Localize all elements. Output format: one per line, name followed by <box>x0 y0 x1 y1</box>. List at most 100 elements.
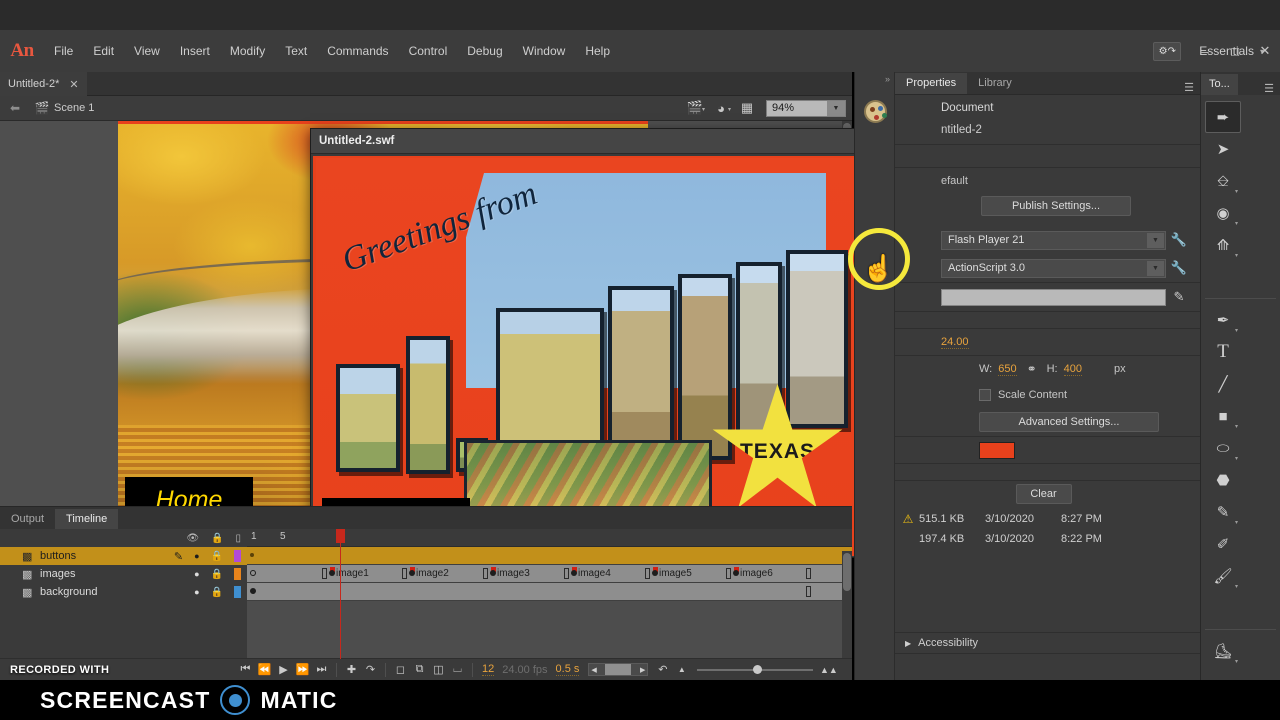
center-frame-button[interactable]: ✚ <box>342 663 361 676</box>
lock-icon[interactable]: 🔒 <box>211 587 223 598</box>
tab-library[interactable]: Library <box>967 73 1023 94</box>
layer-color-swatch[interactable] <box>234 568 241 580</box>
document-tab-untitled-2[interactable]: Untitled-2* ✕ <box>0 72 87 96</box>
step-forward-button[interactable]: ⏩ <box>293 663 312 676</box>
go-to-last-frame-button[interactable]: ⏭ <box>312 663 331 676</box>
scroll-right-icon[interactable]: ▶ <box>638 666 647 674</box>
outline-icon[interactable]: ▯ <box>235 533 241 544</box>
menu-view[interactable]: View <box>124 40 170 62</box>
minimize-button[interactable]: – <box>1190 44 1220 59</box>
keyframe[interactable] <box>329 570 335 576</box>
lock-icon[interactable]: 🔒 <box>211 569 223 580</box>
keyframe[interactable] <box>571 570 577 576</box>
visibility-dot[interactable]: ● <box>194 587 199 597</box>
expand-panels-icon[interactable]: » <box>885 74 890 84</box>
playhead-handle[interactable] <box>336 529 345 543</box>
workspace-switch-icon[interactable]: ⚙↷ <box>1153 41 1182 61</box>
keyframe-empty[interactable] <box>250 570 256 576</box>
menu-text[interactable]: Text <box>275 40 317 62</box>
pencil-icon[interactable]: ✎ <box>1166 289 1192 305</box>
panel-menu-icon[interactable]: ☰ <box>1264 82 1280 95</box>
scrollbar-thumb[interactable] <box>843 553 851 591</box>
slider-knob[interactable] <box>753 664 763 674</box>
target-player-select[interactable]: Flash Player 21 ▼ <box>941 230 1166 250</box>
grid-icon[interactable]: ▦ <box>734 100 760 116</box>
frame-row-background[interactable] <box>247 583 852 601</box>
wrench-icon[interactable]: 🔧 <box>1166 232 1192 248</box>
class-input[interactable] <box>941 288 1166 306</box>
menu-help[interactable]: Help <box>575 40 620 62</box>
menu-control[interactable]: Control <box>399 40 458 62</box>
maximize-button[interactable]: □ <box>1220 44 1250 59</box>
subselection-tool[interactable]: ➤ <box>1205 133 1241 165</box>
lock-icon[interactable]: 🔒 <box>211 533 223 544</box>
playhead[interactable] <box>336 529 345 659</box>
close-button[interactable]: ✕ <box>1250 43 1280 59</box>
frames-grid[interactable]: 1 5 image1 image2 image3 image4 image5 i… <box>247 529 852 659</box>
symbol-icon[interactable]: ◕ ▾ <box>708 101 734 116</box>
free-transform-tool[interactable]: ⎒ ▾ <box>1205 165 1241 197</box>
pen-tool[interactable]: ✒ ▾ <box>1205 304 1241 336</box>
tab-properties[interactable]: Properties <box>895 73 968 94</box>
file-row[interactable]: 197.4 KB 3/10/2020 8:22 PM <box>897 529 1201 549</box>
oval-tool[interactable]: ⬭ ▾ <box>1205 432 1241 464</box>
accessibility-section[interactable]: ▶ Accessibility <box>895 632 1201 654</box>
text-tool[interactable]: T <box>1205 336 1241 368</box>
paint-brush-tool[interactable]: ✐ <box>1205 528 1241 560</box>
scale-content-checkbox[interactable] <box>979 389 991 401</box>
visibility-dot[interactable]: ● <box>194 551 199 561</box>
layer-row-background[interactable]: ▩ background ● 🔒 <box>0 583 247 601</box>
scroll-left-icon[interactable]: ◀ <box>589 666 598 674</box>
frame-row-buttons[interactable] <box>247 547 852 565</box>
loop-playback-button[interactable]: ↷ <box>361 663 380 676</box>
close-icon[interactable]: ✕ <box>69 78 78 91</box>
eye-icon[interactable]: 👁 <box>186 533 199 544</box>
frame-span-end[interactable] <box>645 568 650 579</box>
script-select[interactable]: ActionScript 3.0 ▼ <box>941 258 1166 278</box>
frame-size-slider[interactable] <box>697 664 814 674</box>
resize-small-icon[interactable]: ▲ <box>672 665 691 674</box>
layer-row-buttons[interactable]: ▩ buttons ✎ ● 🔒 <box>0 547 247 565</box>
frame-span-end[interactable] <box>564 568 569 579</box>
frame-span-end[interactable] <box>483 568 488 579</box>
keyframe[interactable] <box>250 553 254 557</box>
panel-icon-strip[interactable]: » <box>855 72 895 720</box>
frame-span-end[interactable] <box>402 568 407 579</box>
menu-debug[interactable]: Debug <box>457 40 512 62</box>
fps-value[interactable]: 24.00 fps <box>502 664 547 676</box>
fps-value[interactable]: 24.00 <box>941 336 969 349</box>
profile-value[interactable]: efault <box>941 175 968 187</box>
brush-tool[interactable]: 🖌 ▾ <box>1205 560 1241 592</box>
keyframe[interactable] <box>250 588 256 594</box>
zoom-select[interactable]: 94% ▼ <box>766 99 846 117</box>
wrench-icon[interactable]: 🔧 <box>1166 260 1192 276</box>
reset-timeline-button[interactable]: ↶ <box>653 663 672 676</box>
menu-edit[interactable]: Edit <box>83 40 124 62</box>
clear-button[interactable]: Clear <box>1015 484 1072 504</box>
lasso-tool[interactable]: ⟰ ▾ <box>1205 229 1241 261</box>
go-to-first-frame-button[interactable]: ⏮ <box>236 663 255 676</box>
selection-tool[interactable]: ➨ <box>1205 101 1241 133</box>
layer-row-images[interactable]: ▩ images ● 🔒 <box>0 565 247 583</box>
3d-rotation-tool[interactable]: ◉ ▾ <box>1205 197 1241 229</box>
link-chain-icon[interactable]: ⚭ <box>1023 362 1041 376</box>
chevron-right-icon[interactable]: ▶ <box>905 639 911 648</box>
scrollbar-thumb[interactable] <box>605 664 632 675</box>
panel-menu-icon[interactable]: ☰ <box>1184 81 1201 94</box>
frame-span-end[interactable] <box>806 586 811 597</box>
publish-settings-button[interactable]: Publish Settings... <box>981 196 1131 216</box>
keyframe[interactable] <box>652 570 658 576</box>
bone-tool[interactable]: ⛸ ▾ <box>1205 635 1241 667</box>
rectangle-tool[interactable]: ■ ▾ <box>1205 400 1241 432</box>
visibility-dot[interactable]: ● <box>194 569 199 579</box>
tab-output[interactable]: Output <box>0 509 55 529</box>
frame-span-end[interactable] <box>322 568 327 579</box>
menu-modify[interactable]: Modify <box>220 40 275 62</box>
home-button-stage[interactable]: Home <box>125 477 253 506</box>
chevron-down-icon[interactable]: ▼ <box>1147 232 1164 248</box>
keyframe[interactable] <box>490 570 496 576</box>
tab-tools[interactable]: To... <box>1201 74 1238 95</box>
line-tool[interactable]: ╱ <box>1205 368 1241 400</box>
color-palette-icon[interactable] <box>864 100 887 123</box>
chevron-down-icon[interactable]: ▼ <box>827 100 845 116</box>
